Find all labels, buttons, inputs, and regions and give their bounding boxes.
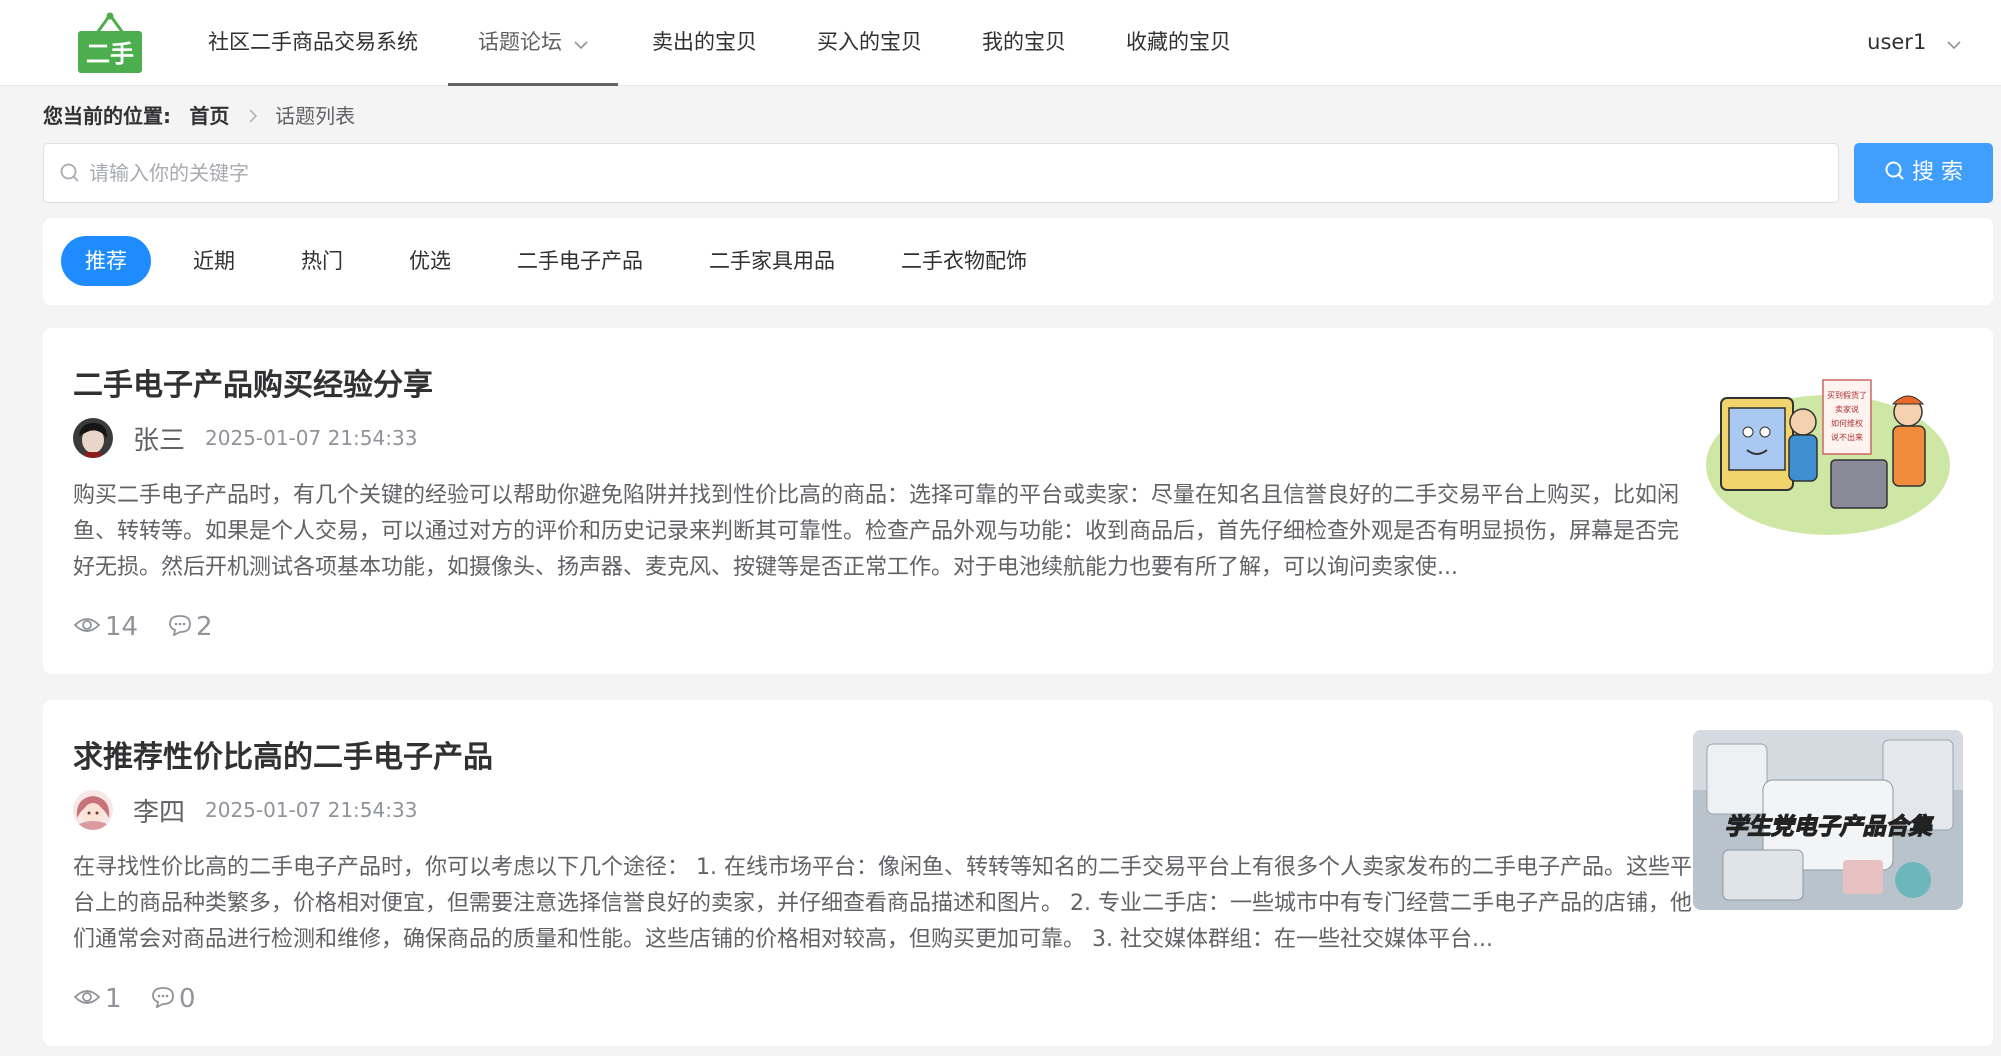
nav-brand[interactable]: 社区二手商品交易系统 [208,0,418,86]
view-count: 14 [73,612,138,642]
comment-count: 2 [168,612,213,642]
nav-my-items[interactable]: 我的宝贝 [982,0,1066,86]
tab-recent[interactable]: 近期 [169,236,259,286]
nav-sold-items[interactable]: 卖出的宝贝 [652,0,757,86]
logo-text: 二手 [86,40,134,68]
search-icon [1885,161,1904,180]
avatar [73,418,113,458]
post-author[interactable]: 张三 [133,420,185,457]
eye-icon [73,990,101,1004]
nav-topic-forum[interactable]: 话题论坛 [448,0,618,86]
chevron-down-icon [1947,1,1961,85]
post-excerpt: 购买二手电子产品时，有几个关键的经验可以帮助你避免陷阱并找到性价比高的商品：选择… [73,483,1680,580]
comment-count-value: 2 [196,612,213,642]
view-count-value: 14 [105,612,139,642]
post-excerpt: 在寻找性价比高的二手电子产品时，你可以考虑以下几个途径： 1. 在线市场平台：像… [73,855,1692,952]
search-icon [59,162,81,188]
tab-furniture[interactable]: 二手家具用品 [685,236,859,286]
avatar [73,790,113,830]
search-field[interactable] [43,143,1839,203]
username: user1 [1867,30,1927,54]
post-title[interactable]: 二手电子产品购买经验分享 [73,360,433,404]
comment-icon [169,615,191,637]
search-button[interactable]: 搜 索 [1854,143,1993,203]
eye-icon [73,618,101,632]
svg-text:说不出来: 说不出来 [1831,432,1863,442]
view-count: 1 [73,984,122,1014]
tab-hot[interactable]: 热门 [277,236,367,286]
search-input[interactable] [89,144,1789,202]
post-time: 2025-01-07 21:54:33 [205,426,418,450]
post-card[interactable]: 求推荐性价比高的二手电子产品 李四 2025-01-07 21:54:33 在寻… [43,700,1993,1046]
user-menu[interactable]: user1 [1867,0,1961,86]
post-title[interactable]: 求推荐性价比高的二手电子产品 [73,732,493,776]
tab-clothing[interactable]: 二手衣物配饰 [877,236,1051,286]
tab-featured[interactable]: 优选 [385,236,475,286]
category-tabs: 推荐 近期 热门 优选 二手电子产品 二手家具用品 二手衣物配饰 [43,218,1993,305]
svg-text:如何维权: 如何维权 [1831,418,1863,428]
breadcrumb: 您当前的位置: 首页 话题列表 [43,101,355,131]
tab-electronics[interactable]: 二手电子产品 [493,236,667,286]
post-card[interactable]: 二手电子产品购买经验分享 张三 2025-01-07 21:54:33 购买二手… [43,328,1993,674]
nav-favorite-items[interactable]: 收藏的宝贝 [1126,0,1231,86]
nav-bought-items[interactable]: 买入的宝贝 [817,0,922,86]
chevron-right-icon [248,104,257,128]
nav-topic-forum-label: 话题论坛 [478,30,562,54]
comment-icon [152,987,174,1009]
tab-recommended[interactable]: 推荐 [61,236,151,286]
site-logo[interactable]: 二手 [75,11,145,75]
post-thumbnail[interactable]: 买到假货了 卖家说 如何维权 说不出来 [1703,360,1953,540]
breadcrumb-home[interactable]: 首页 [189,104,229,128]
post-thumbnail[interactable]: 学生党电子产品合集 [1693,730,1963,910]
comment-count-value: 0 [179,984,196,1014]
post-author[interactable]: 李四 [133,792,185,829]
chevron-down-icon [574,1,588,85]
view-count-value: 1 [105,984,122,1014]
svg-text:买到假货了: 买到假货了 [1827,390,1867,400]
svg-text:学生党电子产品合集: 学生党电子产品合集 [1725,813,1935,840]
post-time: 2025-01-07 21:54:33 [205,798,418,822]
comment-count: 0 [151,984,196,1014]
breadcrumb-current: 话题列表 [275,104,356,128]
search-button-label: 搜 索 [1912,160,1963,185]
svg-text:卖家说: 卖家说 [1835,404,1859,414]
top-navbar: 二手 社区二手商品交易系统 话题论坛 卖出的宝贝 买入的宝贝 我的宝贝 收藏的宝… [0,0,2001,86]
breadcrumb-label: 您当前的位置: [43,104,171,128]
